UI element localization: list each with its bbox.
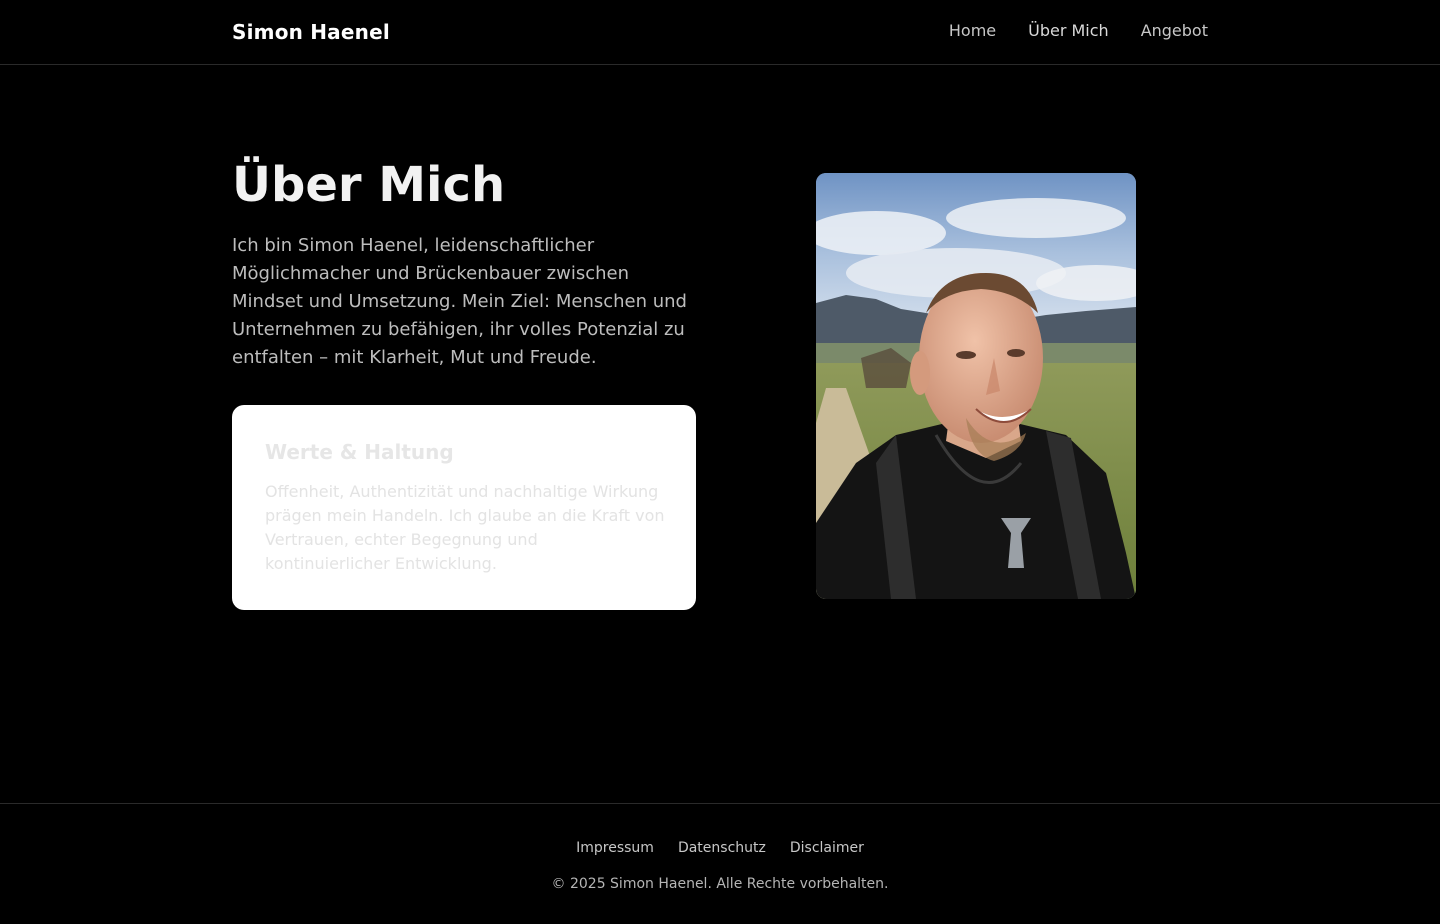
- brand-logo-link[interactable]: Simon Haenel: [232, 19, 390, 45]
- footer-link-impressum[interactable]: Impressum: [576, 838, 654, 858]
- footer-link-disclaimer[interactable]: Disclaimer: [790, 838, 864, 858]
- nav-ueber-mich[interactable]: Über Mich: [1028, 20, 1109, 42]
- copyright-text: © 2025 Simon Haenel. Alle Rechte vorbeha…: [551, 876, 889, 892]
- values-text: Offenheit, Authentizität und nachhaltige…: [265, 482, 665, 573]
- footer-links: Impressum Datenschutz Disclaimer: [0, 838, 1440, 858]
- intro-text: Ich bin Simon Haenel, leidenschaftlicher…: [232, 235, 687, 368]
- page-title: Über Mich: [232, 157, 506, 213]
- values-heading: Werte & Haltung: [265, 440, 454, 464]
- portrait-photo: [816, 173, 1136, 599]
- footer-link-datenschutz[interactable]: Datenschutz: [678, 838, 766, 858]
- site-header: Simon Haenel Home Über Mich Angebot: [0, 0, 1440, 65]
- site-footer: Impressum Datenschutz Disclaimer © 2025 …: [0, 803, 1440, 924]
- values-card: Werte & Haltung Offenheit, Authentizität…: [232, 405, 696, 610]
- nav-angebot[interactable]: Angebot: [1141, 20, 1208, 42]
- main-nav: Home Über Mich Angebot: [949, 20, 1208, 42]
- nav-home[interactable]: Home: [949, 20, 996, 42]
